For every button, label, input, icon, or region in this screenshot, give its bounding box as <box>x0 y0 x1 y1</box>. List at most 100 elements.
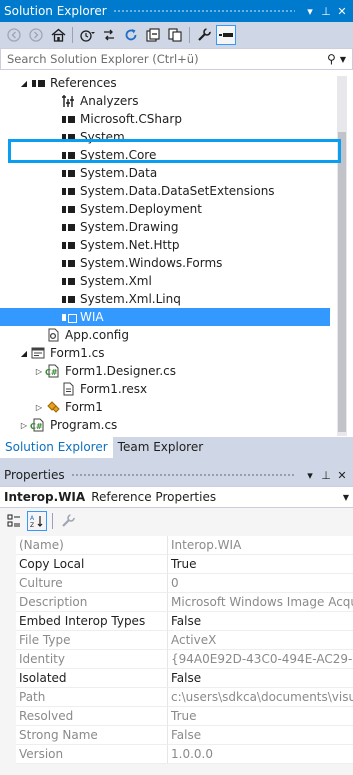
pending-changes-filter-icon[interactable] <box>77 25 97 45</box>
tree-item-label: System.Windows.Forms <box>80 256 223 270</box>
collapse-all-icon[interactable] <box>143 25 163 45</box>
pin-button[interactable]: ⊥ <box>319 469 333 482</box>
tree-item[interactable]: System.Data.DataSetExtensions <box>0 182 330 200</box>
property-value: Microsoft Windows Image Acquisition Libr… <box>168 593 353 612</box>
tree-item[interactable]: System.Xml.Linq <box>0 290 330 308</box>
show-all-files-icon[interactable] <box>165 25 185 45</box>
row-gutter <box>0 688 16 707</box>
tree-item[interactable]: System.Net.Http <box>0 236 330 254</box>
tree-item[interactable]: System.Drawing <box>0 218 330 236</box>
tree-item[interactable]: WIA <box>0 308 330 326</box>
reference-icon <box>60 166 76 180</box>
tree-item[interactable]: ▷ C# Program.cs <box>0 416 330 434</box>
window-menu-button[interactable]: ▾ <box>303 469 317 482</box>
collapsed-arrow-icon[interactable]: ▷ <box>18 421 30 430</box>
alphabetical-sort-icon[interactable]: AZ <box>27 511 47 531</box>
property-name: Isolated <box>16 669 168 688</box>
tree-item[interactable]: Analyzers <box>0 92 330 110</box>
property-name: Version <box>16 745 168 764</box>
expanded-arrow-icon[interactable]: ◢ <box>18 349 30 358</box>
chevron-down-icon[interactable]: ▼ <box>343 493 349 502</box>
csharp-file-icon: C# <box>45 364 61 378</box>
class-icon <box>45 400 61 414</box>
property-row[interactable]: Identity{94A0E92D-43C0-494E-AC29-FD45948… <box>0 650 353 669</box>
chevron-down-icon[interactable]: ▼ <box>340 55 346 64</box>
collapsed-arrow-icon[interactable]: ▷ <box>33 367 45 376</box>
property-value: c:\users\sdkca\documents\visual studio <box>168 688 353 707</box>
refresh-icon[interactable] <box>121 25 141 45</box>
tree-item-label: System.Drawing <box>80 220 179 234</box>
row-gutter <box>0 593 16 612</box>
tree-item[interactable]: System.Xml <box>0 272 330 290</box>
expanded-arrow-icon[interactable]: ◢ <box>18 79 30 88</box>
search-icon[interactable]: ⚲ <box>327 52 336 66</box>
property-row[interactable]: Copy Local True <box>0 555 353 574</box>
property-row[interactable]: File Type ActiveX <box>0 631 353 650</box>
property-row[interactable]: (Name) Interop.WIA <box>0 536 353 555</box>
vertical-scrollbar[interactable] <box>337 76 347 436</box>
object-selector[interactable]: Interop.WIA Reference Properties ▼ <box>0 486 353 508</box>
property-value[interactable]: False <box>168 669 353 688</box>
form-icon <box>30 346 46 360</box>
tree-item[interactable]: Form1.resx <box>0 380 330 398</box>
tree-item[interactable]: System.Data <box>0 164 330 182</box>
tree-item[interactable]: ▷ C# Form1.Designer.cs <box>0 362 330 380</box>
drag-grip[interactable] <box>70 472 295 478</box>
forward-icon[interactable] <box>26 25 46 45</box>
solution-tree: ◢ References Analyzers Microsoft.CSharp Syst… <box>0 74 330 436</box>
collapsed-arrow-icon[interactable]: ▷ <box>33 403 45 412</box>
row-gutter <box>0 707 16 726</box>
row-gutter <box>0 536 16 555</box>
property-row[interactable]: Pathc:\users\sdkca\documents\visual stud… <box>0 688 353 707</box>
property-row[interactable]: Culture 0 <box>0 574 353 593</box>
tree-item[interactable]: ◢ Form1.cs <box>0 344 330 362</box>
property-value[interactable]: False <box>168 612 353 631</box>
back-icon[interactable] <box>4 25 24 45</box>
tab-solution-explorer[interactable]: Solution Explorer <box>0 437 113 458</box>
tree-item[interactable]: System.Windows.Forms <box>0 254 330 272</box>
pin-button[interactable]: ⊥ <box>319 5 333 18</box>
properties-panel: Properties ▾ ⊥ ✕ Interop.WIA Reference P… <box>0 464 353 775</box>
close-button[interactable]: ✕ <box>335 469 349 482</box>
tab-team-explorer[interactable]: Team Explorer <box>113 437 209 458</box>
property-row[interactable]: Resolved True <box>0 707 353 726</box>
property-row[interactable]: Strong Name False <box>0 726 353 745</box>
solution-explorer-titlebar[interactable]: Solution Explorer ▾ ⊥ ✕ <box>0 0 353 22</box>
search-input[interactable]: Search Solution Explorer (Ctrl+ü) <box>7 52 327 66</box>
property-row[interactable]: Isolated False <box>0 669 353 688</box>
scrollbar-thumb[interactable] <box>338 132 346 432</box>
properties-wrench-icon[interactable] <box>194 25 214 45</box>
window-menu-button[interactable]: ▾ <box>303 5 317 18</box>
property-name: Culture <box>16 574 168 593</box>
tree-item[interactable]: ▷ Form1 <box>0 398 330 416</box>
close-button[interactable]: ✕ <box>335 5 349 18</box>
toolbar-separator <box>189 27 190 43</box>
search-box[interactable]: Search Solution Explorer (Ctrl+ü) ⚲ ▼ <box>0 48 353 70</box>
home-icon[interactable] <box>48 25 68 45</box>
tree-item[interactable]: Microsoft.CSharp <box>0 110 330 128</box>
tree-item[interactable]: ◢ References <box>0 74 330 92</box>
property-name: (Name) <box>16 536 168 555</box>
svg-text:C#: C# <box>45 368 58 377</box>
drag-grip[interactable] <box>112 8 295 14</box>
reference-icon <box>60 274 76 288</box>
property-row[interactable]: DescriptionMicrosoft Windows Image Acqui… <box>0 593 353 612</box>
tree-item[interactable]: App.config <box>0 326 330 344</box>
properties-titlebar[interactable]: Properties ▾ ⊥ ✕ <box>0 464 353 486</box>
property-pages-wrench-icon[interactable] <box>58 511 78 531</box>
bottom-tabs: Solution Explorer Team Explorer <box>0 437 353 458</box>
tree-item-label: Analyzers <box>80 94 139 108</box>
tree-item[interactable]: System.Deployment <box>0 200 330 218</box>
categorized-icon[interactable] <box>4 511 24 531</box>
sync-with-active-document-icon[interactable] <box>99 25 119 45</box>
solution-explorer-toolbar <box>0 22 353 48</box>
property-row[interactable]: Embed Interop Types False <box>0 612 353 631</box>
tree-item-label: System.Xml.Linq <box>80 292 181 306</box>
property-name: Strong Name <box>16 726 168 745</box>
preview-selected-items-icon[interactable] <box>216 25 236 45</box>
property-value[interactable]: True <box>168 555 353 574</box>
tree-item-label: WIA <box>80 310 104 324</box>
property-name: Path <box>16 688 168 707</box>
property-name: Copy Local <box>16 555 168 574</box>
property-row[interactable]: Version 1.0.0.0 <box>0 745 353 764</box>
